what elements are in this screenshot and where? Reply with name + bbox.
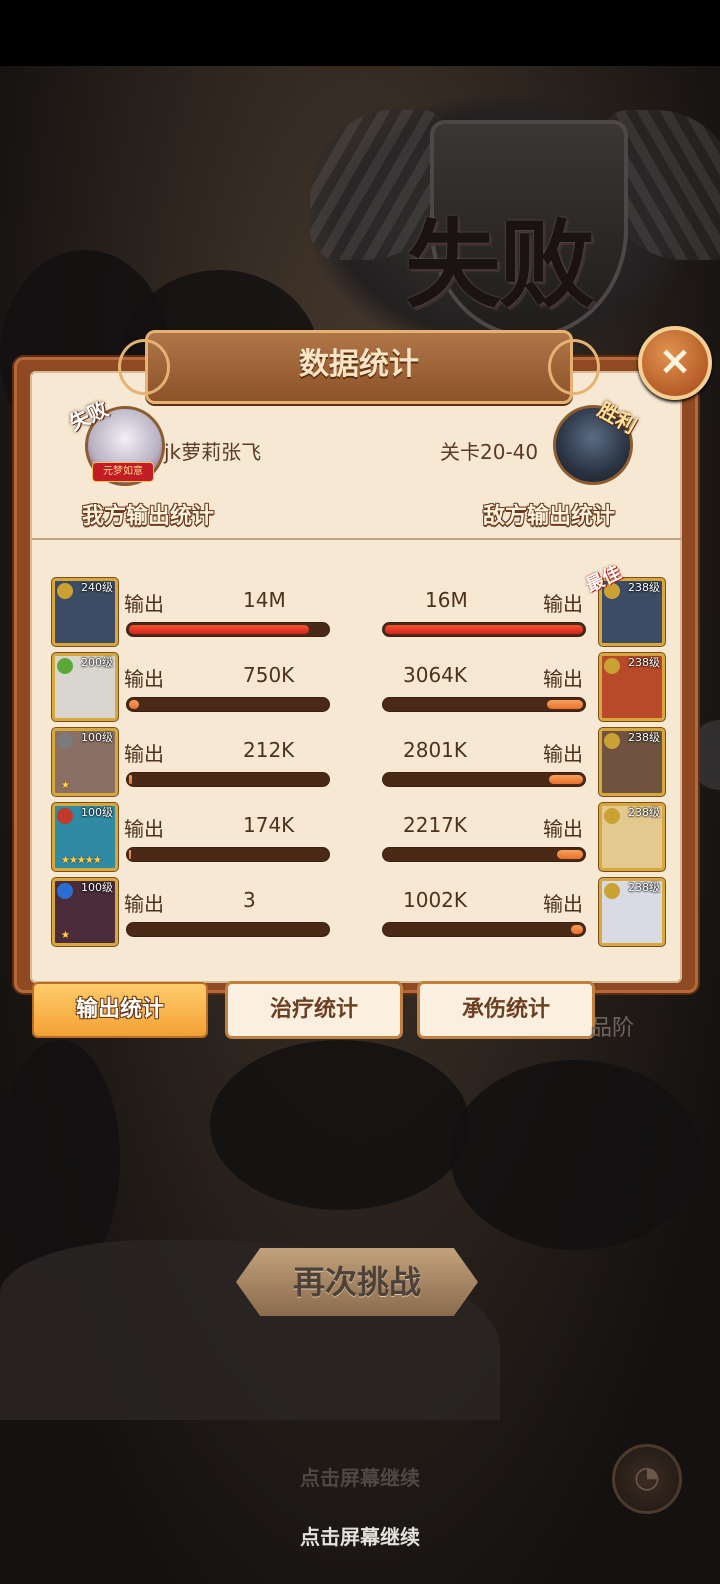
ally-output-bar <box>127 698 329 711</box>
tab-output-stats[interactable]: 输出统计 <box>34 984 206 1036</box>
ally-output-value: 212K <box>243 738 295 762</box>
ally-output-value: 3 <box>243 888 256 912</box>
element-icon <box>604 808 620 824</box>
enemy-hero-portrait[interactable]: 238级 <box>599 878 665 946</box>
close-button[interactable]: × <box>638 326 712 400</box>
enemy-output-bar <box>383 923 585 936</box>
output-label: 输出 <box>124 742 164 766</box>
my-output-heading: 我方输出统计 <box>82 504 215 529</box>
element-icon <box>604 658 620 674</box>
element-icon <box>604 733 620 749</box>
output-label: 输出 <box>543 592 583 616</box>
speed-toggle-button[interactable]: ◔ <box>612 1444 682 1514</box>
output-row: 100级 ★ 输出 3 1002K 输出 238级 <box>0 878 720 948</box>
output-row: 240级 输出 14M 16M 输出 238级 <box>0 578 720 648</box>
panel-title: 数据统计 <box>299 347 419 382</box>
output-label: 输出 <box>124 892 164 916</box>
hero-stars: ★★★★★ <box>61 855 102 866</box>
ally-output-value: 174K <box>243 813 295 837</box>
background-grade-label: 品阶 <box>590 1016 635 1041</box>
hero-level: 240级 <box>81 581 113 594</box>
ally-output-bar <box>127 923 329 936</box>
output-label: 输出 <box>543 892 583 916</box>
output-label: 输出 <box>543 817 583 841</box>
output-label: 输出 <box>124 667 164 691</box>
output-label: 输出 <box>124 817 164 841</box>
output-label: 输出 <box>124 592 164 616</box>
enemy-output-value: 16M <box>425 588 468 612</box>
clock-icon: ◔ <box>633 1460 661 1495</box>
enemy-output-bar <box>383 848 585 861</box>
defeat-title: 失败 <box>405 208 595 321</box>
output-label: 输出 <box>543 742 583 766</box>
enemy-output-value: 2217K <box>403 813 468 837</box>
ally-hero-portrait[interactable]: 100级 ★ <box>52 728 118 796</box>
ally-output-bar-fill <box>129 625 310 634</box>
hero-level: 100级 <box>81 881 113 894</box>
hero-level: 238级 <box>628 806 660 819</box>
enemy-output-bar <box>383 698 585 711</box>
tab-damage-taken-stats[interactable]: 承伤统计 <box>420 984 592 1036</box>
enemy-output-value: 3064K <box>403 663 468 687</box>
ally-output-bar-fill <box>129 775 132 784</box>
ally-hero-portrait[interactable]: 240级 <box>52 578 118 646</box>
output-row: 200级 输出 750K 3064K 输出 238级 <box>0 653 720 723</box>
output-row: 100级 ★ 输出 212K 2801K 输出 238级 <box>0 728 720 798</box>
ally-output-value: 14M <box>243 588 286 612</box>
divider <box>32 538 682 540</box>
hero-stars: ★ <box>61 780 70 791</box>
ally-hero-portrait[interactable]: 200级 <box>52 653 118 721</box>
continue-hint[interactable]: 点击屏幕继续 <box>0 1521 720 1550</box>
hero-stars: ★ <box>61 930 70 941</box>
shadow-enemy-figure <box>450 1060 700 1250</box>
enemy-output-bar-fill <box>385 625 583 634</box>
tab-heal-stats[interactable]: 治疗统计 <box>228 984 400 1036</box>
element-icon <box>57 808 73 824</box>
stage-name: 关卡20-40 <box>440 440 539 464</box>
ally-output-bar <box>127 623 329 636</box>
enemy-output-heading: 敌方输出统计 <box>483 504 616 529</box>
ally-hero-portrait[interactable]: 100级 ★★★★★ <box>52 803 118 871</box>
player-banner: 元梦如意 <box>92 462 154 482</box>
enemy-output-bar <box>383 773 585 786</box>
enemy-output-bar-fill <box>557 850 583 859</box>
enemy-hero-portrait[interactable]: 238级 <box>599 653 665 721</box>
hero-level: 100级 <box>81 806 113 819</box>
ally-output-bar-fill <box>129 850 131 859</box>
hero-level: 238级 <box>628 656 660 669</box>
enemy-output-bar <box>383 623 585 636</box>
title-plaque: 数据统计 <box>118 330 600 404</box>
element-icon <box>57 733 73 749</box>
hero-level: 238级 <box>628 581 660 594</box>
output-label: 输出 <box>543 667 583 691</box>
ally-output-bar-fill <box>129 700 139 709</box>
enemy-output-value: 1002K <box>403 888 468 912</box>
element-icon <box>57 883 73 899</box>
output-row: 100级 ★★★★★ 输出 174K 2217K 输出 238级 <box>0 803 720 873</box>
element-icon <box>57 583 73 599</box>
hero-level: 200级 <box>81 656 113 669</box>
close-icon: × <box>658 338 692 384</box>
enemy-output-bar-fill <box>549 775 583 784</box>
enemy-output-bar-fill <box>571 925 583 934</box>
hero-level: 100级 <box>81 731 113 744</box>
player-name: jk萝莉张飞 <box>164 440 262 464</box>
hero-level: 238级 <box>628 731 660 744</box>
enemy-hero-portrait[interactable]: 238级 <box>599 803 665 871</box>
shadow-enemy-figure <box>210 1040 470 1210</box>
retry-button[interactable]: 再次挑战 <box>236 1248 478 1316</box>
hero-level: 238级 <box>628 881 660 894</box>
element-icon <box>57 658 73 674</box>
ally-output-value: 750K <box>243 663 295 687</box>
enemy-output-bar-fill <box>547 700 583 709</box>
enemy-output-value: 2801K <box>403 738 468 762</box>
ally-output-bar <box>127 848 329 861</box>
ally-output-bar <box>127 773 329 786</box>
ally-hero-portrait[interactable]: 100级 ★ <box>52 878 118 946</box>
element-icon <box>604 883 620 899</box>
enemy-hero-portrait[interactable]: 238级 <box>599 728 665 796</box>
